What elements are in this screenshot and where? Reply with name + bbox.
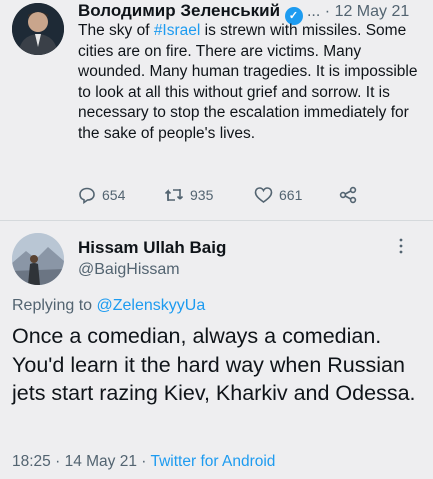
author-avatar[interactable] [12,3,64,55]
share-button[interactable] [338,186,358,204]
like-count: 661 [279,187,303,203]
footer-separator-2: · [141,453,147,470]
reply-date[interactable]: 14 May 21 [65,453,137,470]
retweet-count: 935 [190,187,214,203]
share-icon [339,186,357,204]
footer-separator-1: · [55,453,61,470]
meta-separator: · [324,3,331,20]
tweet-divider [0,220,433,221]
truncation-ellipsis: ... [306,3,321,20]
more-options-icon[interactable] [398,238,404,254]
tweet-text-start: The sky of [78,22,154,39]
reply-icon [79,187,95,204]
tweet-text-end: is strewn with missiles. Some cities are… [78,22,418,142]
retweet-button[interactable]: 935 [164,186,213,204]
replying-to: Replying to @ZelenskyyUa [12,297,205,315]
like-button[interactable]: 661 [254,186,302,204]
reply-count: 654 [102,187,126,203]
hashtag-link[interactable]: #Israel [154,22,201,39]
retweet-icon [164,189,184,201]
reply-source[interactable]: Twitter for Android [151,453,276,470]
replying-to-label: Replying to [12,297,93,314]
reply-button[interactable]: 654 [78,186,125,204]
tweet-text: The sky of #Israel is strewn with missil… [78,21,423,144]
reply-author-handle[interactable]: @BaigHissam [78,261,180,279]
author-name[interactable]: Володимир Зеленський [78,1,280,20]
reply-author-avatar[interactable] [12,233,64,285]
reply-text: Once a comedian, always a comedian. You'… [12,324,416,405]
replying-to-mention[interactable]: @ZelenskyyUa [97,297,206,314]
reply-footer: 18:25 · 14 May 21 · Twitter for Android [12,453,275,471]
reply-time[interactable]: 18:25 [12,453,51,470]
tweet-date[interactable]: 12 May 21 [335,3,410,20]
like-icon [254,187,273,203]
reply-author-name[interactable]: Hissam Ullah Baig [78,238,226,258]
